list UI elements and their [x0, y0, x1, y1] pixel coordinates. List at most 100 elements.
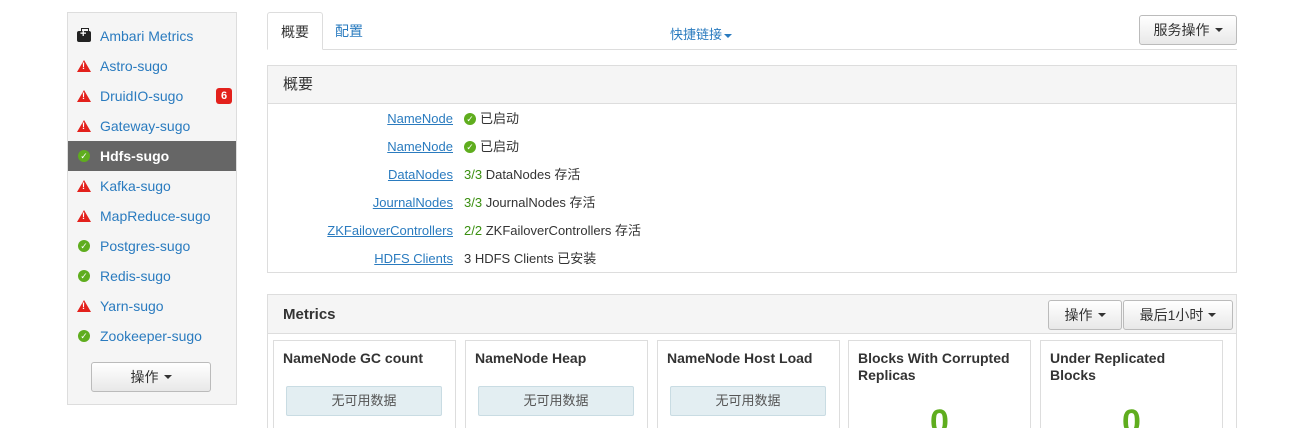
- caret-down-icon: [724, 33, 733, 38]
- sidebar-item-zookeeper[interactable]: ✓ Zookeeper-sugo: [68, 321, 236, 351]
- widget-title: Under Replicated Blocks: [1050, 350, 1166, 383]
- sidebar-item-label: Hdfs-sugo: [100, 148, 170, 164]
- tab-summary[interactable]: 概要: [267, 12, 323, 50]
- metrics-panel: Metrics 操作 最后1小时 NameNode GC count 无可用数据…: [267, 294, 1237, 428]
- sidebar-item-label: Postgres-sugo: [100, 238, 191, 254]
- check-icon: ✓: [464, 113, 476, 125]
- component-link[interactable]: HDFS Clients: [374, 245, 453, 273]
- summary-panel-title: 概要: [268, 66, 1236, 104]
- sidebar-item-label: Ambari Metrics: [100, 28, 194, 44]
- warning-icon: [77, 119, 91, 133]
- component-status: ✓ 已启动: [464, 133, 519, 161]
- component-row: HDFS Clients 3 HDFS Clients 已安装: [268, 245, 1236, 273]
- component-row: NameNode ✓ 已启动: [268, 105, 1236, 133]
- caret-down-icon: [1214, 28, 1223, 32]
- warning-icon: [77, 89, 91, 103]
- metric-widget[interactable]: Blocks With Corrupted Replicas 0: [848, 340, 1031, 428]
- component-link[interactable]: NameNode: [387, 105, 453, 133]
- widget-title: NameNode Host Load: [667, 350, 813, 366]
- service-sidebar: Ambari Metrics Astro-sugo DruidIO-sugo 6…: [67, 12, 237, 405]
- sidebar-item-label: Redis-sugo: [100, 268, 171, 284]
- summary-panel: 概要 NameNode ✓ 已启动 NameNode ✓ 已启动 DataNodes…: [267, 65, 1237, 273]
- component-status-text: 已启动: [480, 139, 520, 154]
- check-icon: ✓: [77, 239, 91, 253]
- component-status-text: JournalNodes 存活: [485, 195, 596, 210]
- sidebar-item-gateway[interactable]: Gateway-sugo: [68, 111, 236, 141]
- widget-value: 0: [1122, 403, 1141, 428]
- warning-icon: [77, 299, 91, 313]
- no-data-message: 无可用数据: [478, 386, 634, 416]
- no-data-message: 无可用数据: [670, 386, 826, 416]
- component-status: ✓ 已启动: [464, 105, 519, 133]
- sidebar-item-mapreduce[interactable]: MapReduce-sugo: [68, 201, 236, 231]
- tab-configs[interactable]: 配置: [322, 12, 376, 50]
- quick-links-label: 快捷链接: [670, 27, 723, 42]
- sidebar-item-ambari-metrics[interactable]: Ambari Metrics: [68, 21, 236, 51]
- service-actions-label: 服务操作: [1153, 22, 1210, 38]
- sidebar-item-postgres[interactable]: ✓ Postgres-sugo: [68, 231, 236, 261]
- component-row: JournalNodes 3/3 JournalNodes 存活: [268, 189, 1236, 217]
- check-icon: ✓: [77, 269, 91, 283]
- component-status: 3/3 DataNodes 存活: [464, 161, 580, 189]
- component-link[interactable]: NameNode: [387, 133, 453, 161]
- sidebar-item-label: Kafka-sugo: [100, 178, 171, 194]
- component-status: 2/2 ZKFailoverControllers 存活: [464, 217, 641, 245]
- warning-icon: [77, 179, 91, 193]
- caret-down-icon: [163, 375, 172, 379]
- check-icon: ✓: [77, 149, 91, 163]
- metric-widget[interactable]: NameNode Heap 无可用数据: [465, 340, 648, 428]
- no-data-message: 无可用数据: [286, 386, 442, 416]
- component-status: 3/3 JournalNodes 存活: [464, 189, 596, 217]
- metrics-actions-button[interactable]: 操作: [1048, 300, 1122, 330]
- time-range-label: 最后1小时: [1139, 307, 1204, 323]
- sidebar-item-label: Astro-sugo: [100, 58, 168, 74]
- service-tabs: 概要 配置 快捷链接 服务操作: [267, 12, 1237, 50]
- metric-widget[interactable]: NameNode Host Load 无可用数据: [657, 340, 840, 428]
- caret-down-icon: [1097, 313, 1106, 317]
- service-list: Ambari Metrics Astro-sugo DruidIO-sugo 6…: [68, 13, 236, 351]
- alert-count-badge[interactable]: 6: [216, 88, 232, 104]
- sidebar-item-label: Gateway-sugo: [100, 118, 191, 134]
- sidebar-item-label: Yarn-sugo: [100, 298, 164, 314]
- component-row: ZKFailoverControllers 2/2 ZKFailoverCont…: [268, 217, 1236, 245]
- sidebar-item-yarn[interactable]: Yarn-sugo: [68, 291, 236, 321]
- sidebar-item-kafka[interactable]: Kafka-sugo: [68, 171, 236, 201]
- widget-title: NameNode GC count: [283, 350, 424, 366]
- widget-title: Blocks With Corrupted Replicas: [858, 350, 1010, 383]
- sidebar-item-redis[interactable]: ✓ Redis-sugo: [68, 261, 236, 291]
- component-count: 3/3: [464, 167, 483, 182]
- warning-icon: [77, 209, 91, 223]
- component-count: 2/2: [464, 223, 483, 238]
- sidebar-item-astro[interactable]: Astro-sugo: [68, 51, 236, 81]
- metrics-actions-label: 操作: [1064, 307, 1093, 323]
- caret-down-icon: [1208, 313, 1217, 317]
- component-row: DataNodes 3/3 DataNodes 存活: [268, 161, 1236, 189]
- widget-value: 0: [930, 403, 949, 428]
- sidebar-actions-button[interactable]: 操作: [91, 362, 211, 392]
- component-link[interactable]: JournalNodes: [373, 189, 453, 217]
- check-icon: ✓: [77, 329, 91, 343]
- metric-widget[interactable]: Under Replicated Blocks 0: [1040, 340, 1223, 428]
- sidebar-item-label: DruidIO-sugo: [100, 88, 184, 104]
- component-link[interactable]: ZKFailoverControllers: [327, 217, 453, 245]
- component-count: 3/3: [464, 195, 483, 210]
- component-status-text: ZKFailoverControllers 存活: [485, 223, 642, 238]
- warning-icon: [77, 59, 91, 73]
- widget-title: NameNode Heap: [475, 350, 587, 366]
- component-status-text: 已启动: [480, 111, 520, 126]
- component-status: 3 HDFS Clients 已安装: [464, 245, 596, 273]
- sidebar-item-label: MapReduce-sugo: [100, 208, 211, 224]
- component-link[interactable]: DataNodes: [388, 161, 453, 189]
- sidebar-actions-label: 操作: [130, 369, 159, 385]
- component-status-text: DataNodes 存活: [485, 167, 581, 182]
- sidebar-item-hdfs[interactable]: ✓ Hdfs-sugo: [68, 141, 236, 171]
- metric-widget[interactable]: NameNode GC count 无可用数据: [273, 340, 456, 428]
- check-icon: ✓: [464, 141, 476, 153]
- component-status-text: 3 HDFS Clients 已安装: [464, 251, 597, 266]
- sidebar-item-druidio[interactable]: DruidIO-sugo 6: [68, 81, 236, 111]
- quick-links-dropdown[interactable]: 快捷链接: [670, 24, 733, 43]
- time-range-button[interactable]: 最后1小时: [1123, 300, 1233, 330]
- service-actions-button[interactable]: 服务操作: [1139, 15, 1237, 45]
- toolbox-icon: [77, 27, 91, 43]
- sidebar-item-label: Zookeeper-sugo: [100, 328, 202, 344]
